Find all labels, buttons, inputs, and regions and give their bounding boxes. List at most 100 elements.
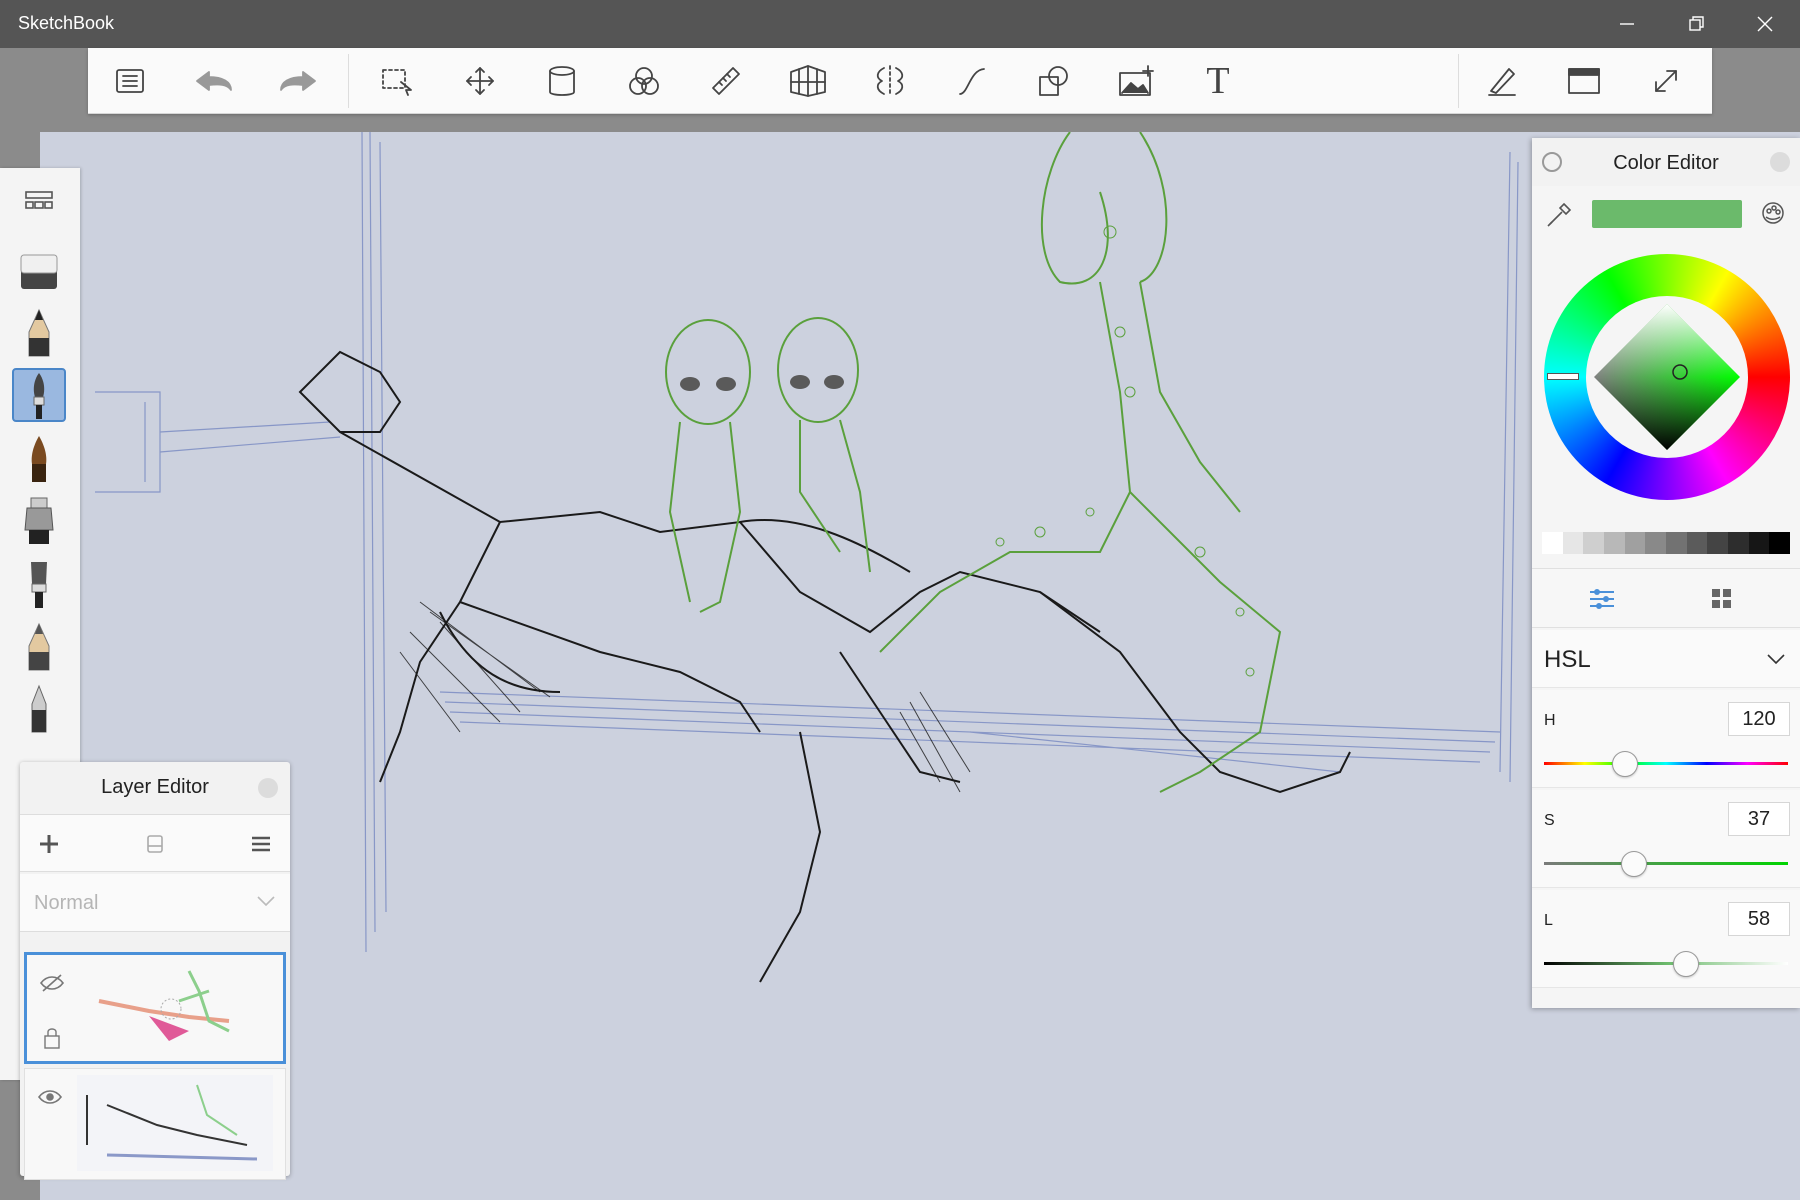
- gray-swatch[interactable]: [1583, 532, 1605, 554]
- current-color-swatch[interactable]: [1592, 200, 1742, 228]
- move-icon: [466, 67, 494, 95]
- restore-button[interactable]: [1662, 0, 1732, 48]
- redo-button[interactable]: [272, 57, 324, 105]
- gray-swatch[interactable]: [1542, 532, 1563, 554]
- grid-icon: [25, 191, 53, 209]
- hue-marker[interactable]: [1547, 373, 1579, 380]
- lightness-track[interactable]: [1544, 962, 1788, 965]
- airbrush-brush[interactable]: [12, 494, 66, 548]
- chevron-down-icon: [257, 896, 275, 907]
- shape-icon: [1039, 66, 1068, 96]
- main-toolbar: T: [88, 48, 1712, 114]
- eraser-brush[interactable]: [12, 244, 66, 298]
- hue-track[interactable]: [1544, 762, 1788, 765]
- window-icon: [1568, 68, 1600, 94]
- hard-pencil-brush[interactable]: [12, 620, 66, 674]
- layer-thumbnail: [77, 1075, 273, 1171]
- color-editor-title: Color Editor: [1613, 152, 1719, 174]
- color-editor-tabs: [1532, 568, 1800, 628]
- text-button[interactable]: T: [1192, 57, 1244, 105]
- layer-menu-button[interactable]: [246, 829, 276, 859]
- saturation-slider-block: S 37: [1532, 790, 1800, 888]
- lightness-value-input[interactable]: 58: [1728, 902, 1790, 936]
- gray-swatch[interactable]: [1686, 532, 1708, 554]
- flat-brush[interactable]: [12, 558, 66, 612]
- color-mode-select[interactable]: HSL: [1532, 630, 1800, 688]
- text-icon: T: [1206, 60, 1230, 102]
- panel-options-button[interactable]: [1770, 152, 1790, 172]
- hue-slider-knob[interactable]: [1611, 751, 1638, 777]
- ruler-button[interactable]: [700, 57, 752, 105]
- saturation-lightness-diamond[interactable]: [1594, 304, 1740, 450]
- gray-swatch[interactable]: [1562, 532, 1584, 554]
- saturation-label: S: [1544, 812, 1555, 829]
- lightness-slider-block: L 58: [1532, 890, 1800, 988]
- title-bar: SketchBook: [0, 0, 1800, 48]
- ruler-icon: [712, 67, 740, 95]
- undo-button[interactable]: [188, 57, 240, 105]
- grayscale-swatches: [1542, 532, 1791, 554]
- color-blend-button[interactable]: [618, 57, 670, 105]
- layer-toolbar: [20, 814, 290, 872]
- color-puck-icon[interactable]: [1760, 200, 1786, 226]
- close-button[interactable]: [1730, 0, 1800, 48]
- layer-item-1[interactable]: [24, 952, 286, 1064]
- minimize-button[interactable]: [1592, 0, 1662, 48]
- ballpoint-brush[interactable]: [12, 682, 66, 736]
- gray-swatch[interactable]: [1645, 532, 1667, 554]
- panel-options-button[interactable]: [258, 778, 278, 798]
- symmetry-icon: [876, 65, 904, 97]
- paint-brush-selected[interactable]: [12, 368, 66, 422]
- eye-hidden-icon: [39, 974, 65, 992]
- chevron-down-icon: [1767, 654, 1785, 665]
- symmetry-button[interactable]: [864, 57, 916, 105]
- menu-icon: [252, 836, 270, 852]
- swatches-tab-icon[interactable]: [1710, 587, 1734, 611]
- blend-mode-select[interactable]: Normal: [20, 874, 290, 932]
- marker-icon: [31, 436, 47, 482]
- marker-brush[interactable]: [12, 432, 66, 486]
- layer-editor-title: Layer Editor: [101, 776, 209, 798]
- select-button[interactable]: [372, 57, 424, 105]
- gray-swatch[interactable]: [1666, 532, 1687, 554]
- saturation-slider-knob[interactable]: [1621, 851, 1648, 877]
- move-button[interactable]: [454, 57, 506, 105]
- hard-pencil-icon: [28, 622, 50, 671]
- eyedropper-icon[interactable]: [1546, 200, 1572, 228]
- layer-fill-button[interactable]: [140, 829, 170, 859]
- color-wheel[interactable]: [1544, 254, 1790, 500]
- hue-value-input[interactable]: 120: [1728, 702, 1790, 736]
- shape-button[interactable]: [1028, 57, 1080, 105]
- toolbar-separator: [1458, 54, 1459, 108]
- color-blend-icon: [629, 67, 659, 95]
- add-layer-button[interactable]: [34, 829, 64, 859]
- redo-icon: [280, 71, 316, 91]
- fill-button[interactable]: [536, 57, 588, 105]
- gray-swatch[interactable]: [1707, 532, 1729, 554]
- pen-button[interactable]: [1476, 57, 1528, 105]
- fullscreen-icon: [1655, 70, 1677, 92]
- palette-grid-button[interactable]: [24, 190, 54, 215]
- lightness-slider-knob[interactable]: [1672, 951, 1699, 977]
- gray-swatch[interactable]: [1769, 532, 1791, 554]
- hue-label: H: [1544, 712, 1556, 729]
- add-image-button[interactable]: [1110, 57, 1162, 105]
- saturation-value-input[interactable]: 37: [1728, 802, 1790, 836]
- curve-button[interactable]: [946, 57, 998, 105]
- pencil-brush[interactable]: [12, 306, 66, 360]
- window-button[interactable]: [1558, 57, 1610, 105]
- gray-swatch[interactable]: [1624, 532, 1646, 554]
- pen-icon: [1488, 68, 1516, 96]
- layer-editor-panel: Layer Editor Normal: [20, 762, 290, 1180]
- gray-swatch[interactable]: [1604, 532, 1625, 554]
- layer-item-2[interactable]: [24, 1068, 286, 1180]
- sliders-tab-icon[interactable]: [1588, 587, 1616, 611]
- gray-swatch[interactable]: [1748, 532, 1770, 554]
- list-button[interactable]: [104, 57, 156, 105]
- perspective-button[interactable]: [782, 57, 834, 105]
- gray-swatch[interactable]: [1728, 532, 1749, 554]
- eraser-icon: [20, 254, 58, 289]
- fullscreen-button[interactable]: [1640, 57, 1692, 105]
- saturation-track[interactable]: [1544, 862, 1788, 865]
- perspective-icon: [790, 65, 826, 97]
